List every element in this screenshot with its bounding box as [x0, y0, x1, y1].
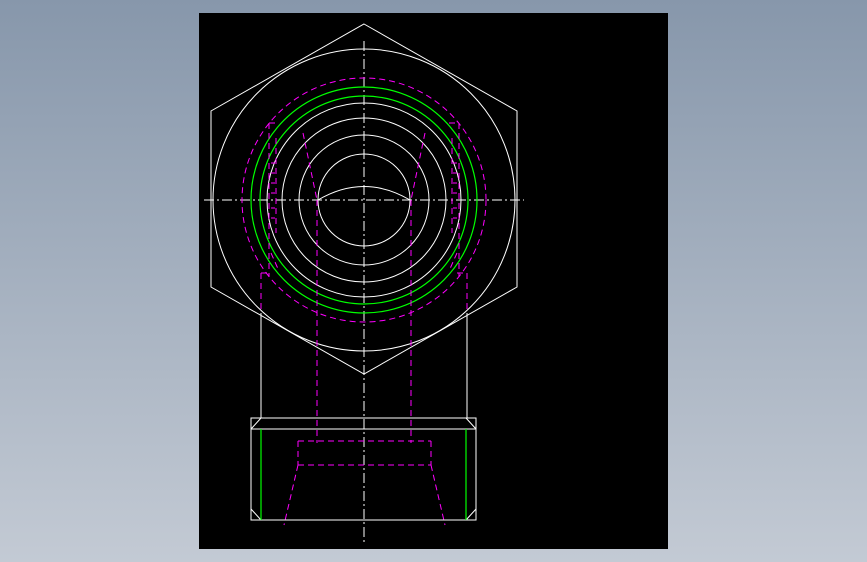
hidden-cone-right	[430, 464, 446, 526]
cad-drawing	[204, 23, 524, 545]
hidden-cone-left	[283, 464, 299, 526]
chamfer-top-left	[250, 417, 262, 430]
hidden-chamfer-left	[270, 252, 280, 272]
hidden-chamfer-right	[448, 252, 458, 272]
hidden-taper-right	[410, 132, 426, 201]
chamfer-bottom-right	[465, 508, 477, 521]
cad-viewport[interactable]	[199, 13, 668, 549]
hidden-taper-left	[302, 132, 318, 201]
chamfer-top-right	[465, 417, 477, 430]
chamfer-bottom-left	[250, 508, 262, 521]
